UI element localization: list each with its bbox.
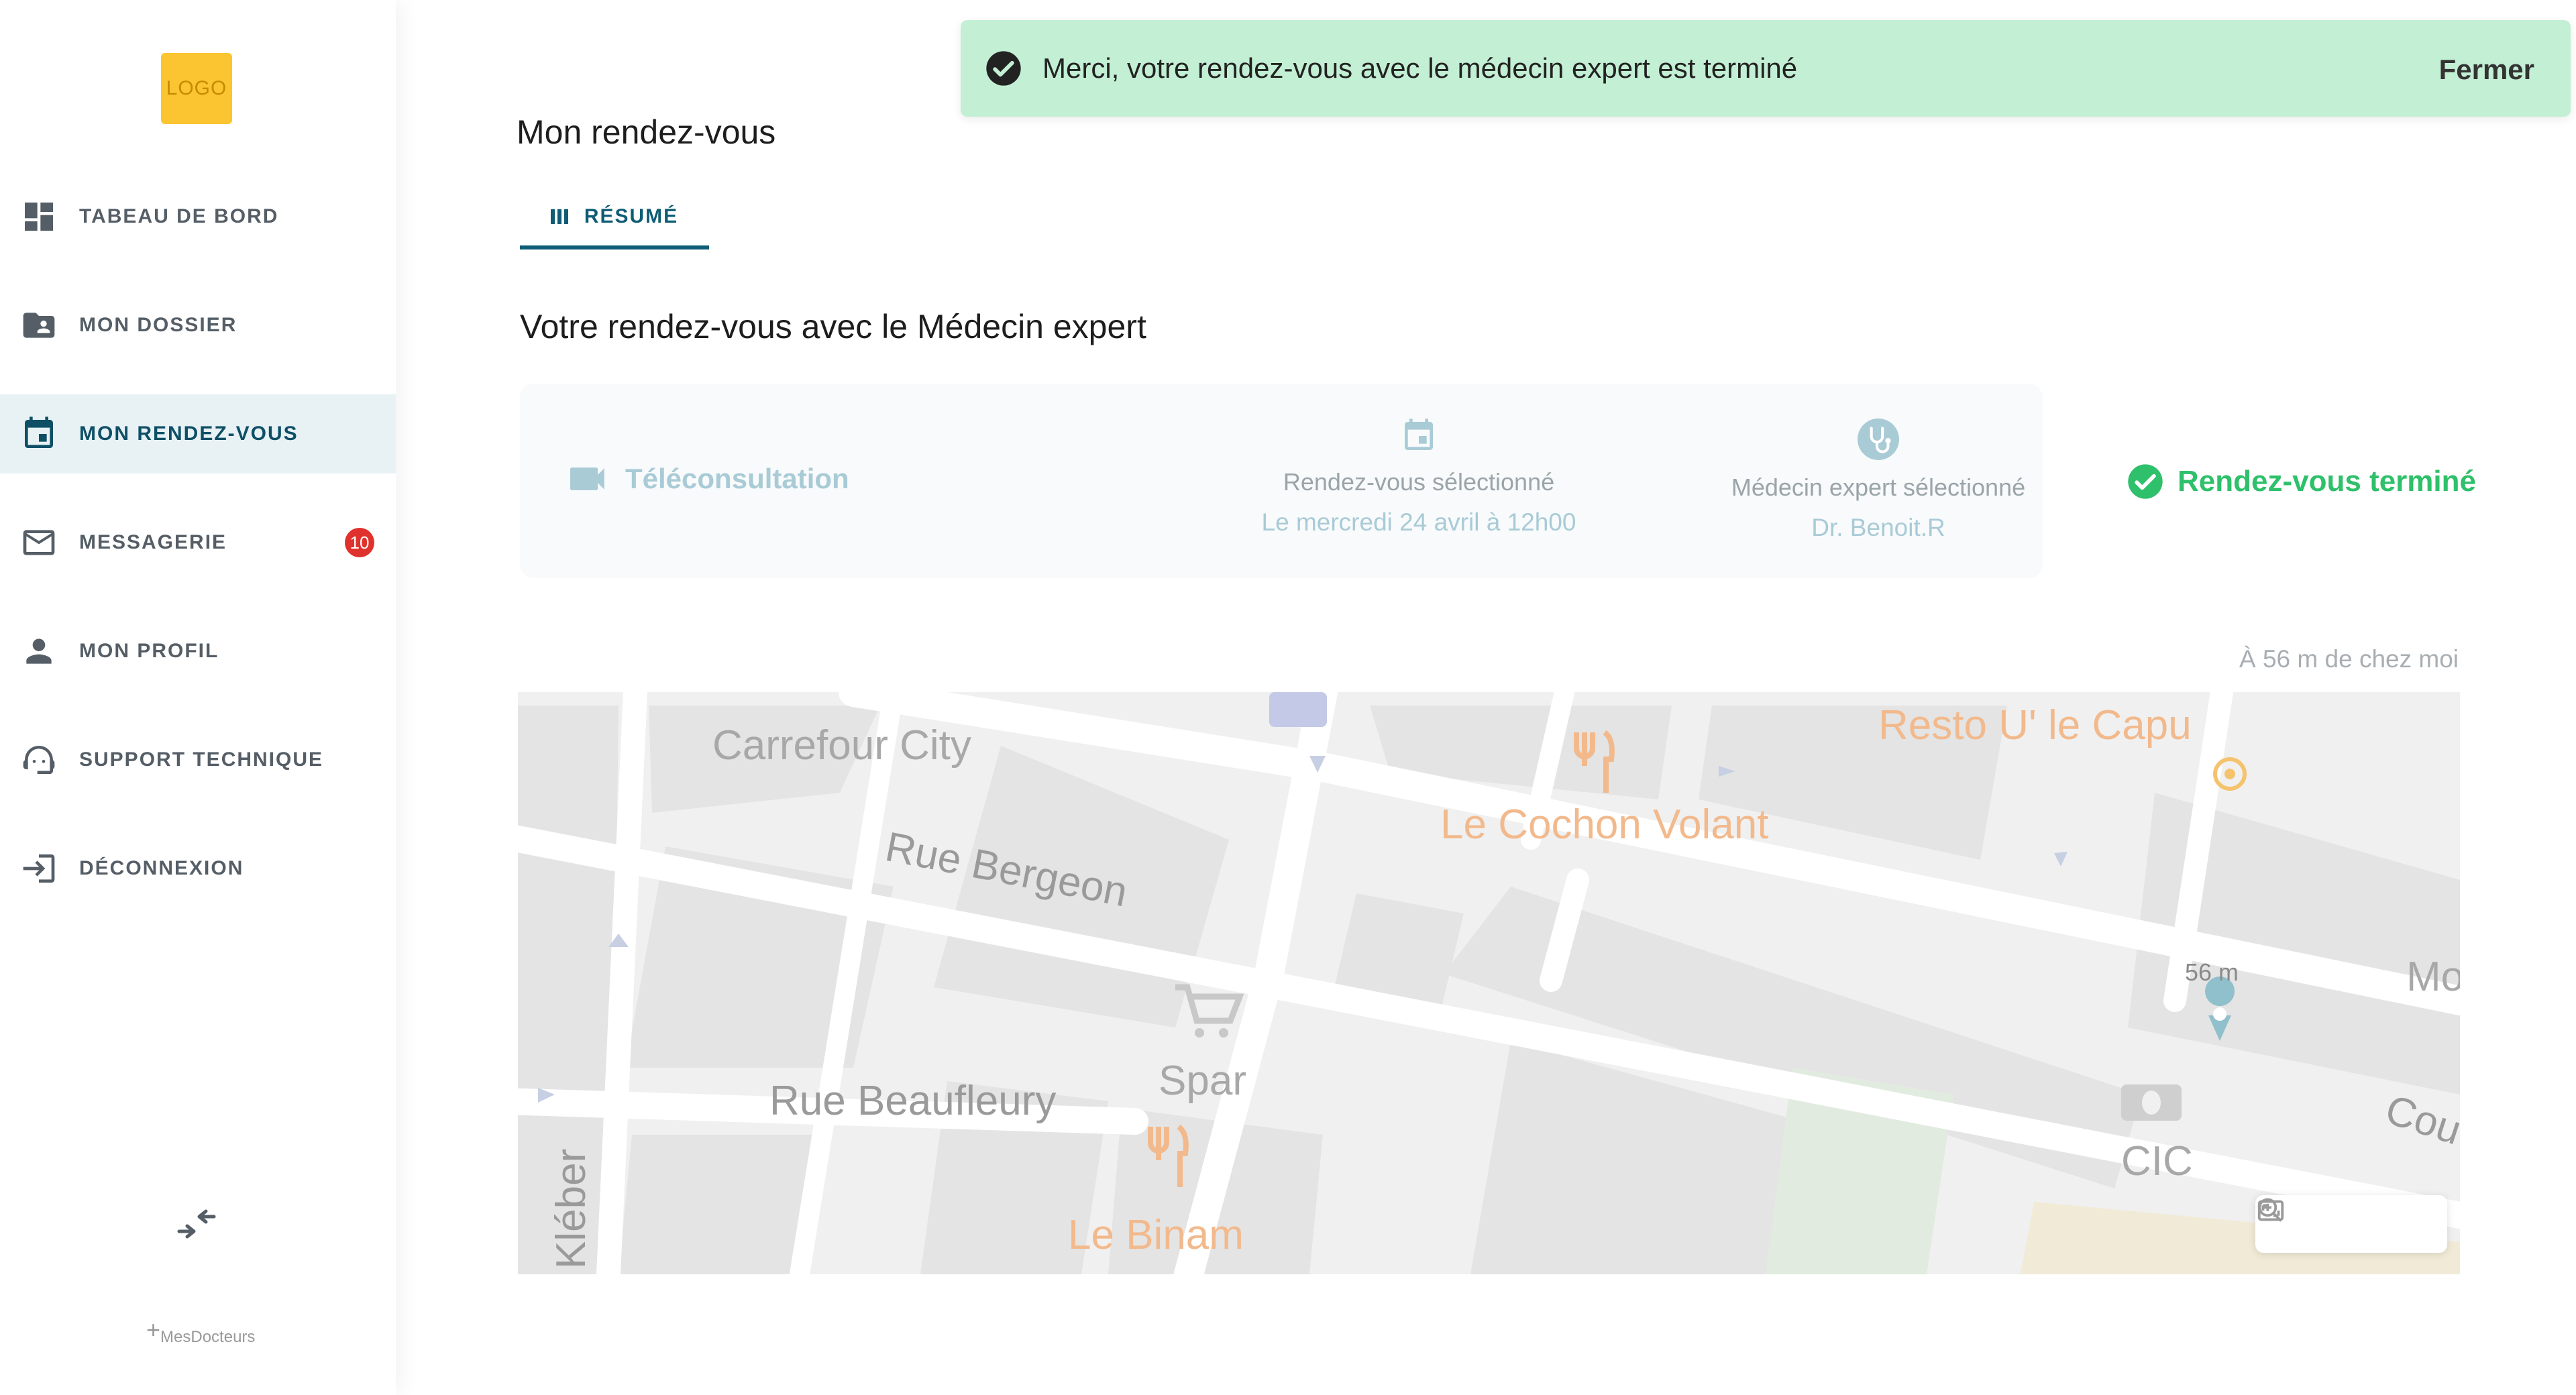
map-label: Mo xyxy=(2406,954,2460,1000)
videocam-icon xyxy=(570,467,604,490)
sidebar-item-label: SUPPORT TECHNIQUE xyxy=(79,748,324,771)
dashboard-icon xyxy=(19,197,59,237)
map-canvas: Carrefour City Rue Bergeon Spar Rue Beau… xyxy=(518,692,2460,1274)
sidebar: LOGO TABEAU DE BORD MON DOSSIER MON REND… xyxy=(0,0,396,1395)
success-toast: Merci, votre rendez-vous avec le médecin… xyxy=(961,20,2571,117)
sidebar-item-mon-dossier[interactable]: MON DOSSIER xyxy=(0,286,396,365)
toast-message: Merci, votre rendez-vous avec le médecin… xyxy=(1042,52,1798,84)
appointment-summary-card: Téléconsultation Rendez-vous sélectionné… xyxy=(520,384,2043,578)
zoom-out-icon[interactable] xyxy=(2258,1198,2434,1243)
sidebar-item-mon-rendez-vous[interactable]: MON RENDEZ-VOUS xyxy=(0,394,396,473)
map-label: Spar xyxy=(1159,1058,1246,1104)
collapse-sidebar-icon[interactable] xyxy=(176,1207,217,1241)
sidebar-item-label: MESSAGERIE xyxy=(79,531,227,553)
check-circle-icon xyxy=(986,51,1021,86)
section-title: Votre rendez-vous avec le Médecin expert xyxy=(520,308,1146,345)
sidebar-item-messagerie[interactable]: MESSAGERIE 10 xyxy=(0,503,396,582)
sidebar-item-label: MON DOSSIER xyxy=(79,314,237,336)
tab-label: RÉSUMÉ xyxy=(584,205,679,227)
sidebar-item-support-technique[interactable]: SUPPORT TECHNIQUE xyxy=(0,720,396,799)
columns-icon xyxy=(550,209,570,224)
sidebar-item-label: MON PROFIL xyxy=(79,640,219,662)
distance-text: À 56 m de chez moi xyxy=(2239,645,2459,673)
mail-icon xyxy=(19,522,59,563)
support-agent-icon xyxy=(19,740,59,780)
sidebar-item-label: MON RENDEZ-VOUS xyxy=(79,423,299,445)
map-label: CIC xyxy=(2121,1138,2193,1184)
folder-user-icon xyxy=(19,305,59,345)
map-label: Carrefour City xyxy=(712,722,971,769)
bike-station-icon xyxy=(1269,692,1327,727)
tab-resume[interactable]: RÉSUMÉ xyxy=(520,188,709,249)
sidebar-item-label: DÉCONNEXION xyxy=(79,857,244,879)
appointment-status: Rendez-vous terminé xyxy=(2127,463,2476,500)
map-controls xyxy=(2255,1195,2447,1253)
check-circle-icon xyxy=(2128,464,2163,499)
map[interactable]: Carrefour City Rue Bergeon Spar Rue Beau… xyxy=(518,692,2460,1274)
appointment-date-label: Rendez-vous sélectionné xyxy=(1283,468,1555,496)
map-label: Le Binam xyxy=(1068,1212,1244,1258)
calendar-icon xyxy=(1218,417,1620,455)
doctor-label: Médecin expert sélectionné xyxy=(1731,473,2026,501)
map-label: Resto U' le Capu xyxy=(1878,702,2192,748)
marker-distance-label: 56 m xyxy=(2185,958,2239,986)
sidebar-item-deconnexion[interactable]: DÉCONNEXION xyxy=(0,829,396,908)
unread-badge: 10 xyxy=(345,528,374,557)
consultation-type: Téléconsultation xyxy=(570,463,849,495)
page-title: Mon rendez-vous xyxy=(517,113,776,151)
close-toast-button[interactable]: Fermer xyxy=(2439,54,2534,86)
doctor-name: Dr. Benoit.R xyxy=(1811,514,1945,541)
sidebar-item-tableau-de-bord[interactable]: TABEAU DE BORD xyxy=(0,177,396,256)
brand-footer: +MesDocteurs xyxy=(146,1316,256,1346)
selected-doctor: Médecin expert sélectionné Dr. Benoit.R xyxy=(1677,418,2080,542)
person-icon xyxy=(19,631,59,671)
fullscreen-icon[interactable] xyxy=(2257,1200,2370,1243)
sidebar-item-mon-profil[interactable]: MON PROFIL xyxy=(0,612,396,691)
appointment-date-value: Le mercredi 24 avril à 12h00 xyxy=(1261,508,1576,536)
map-label: Kléber xyxy=(548,1149,594,1269)
map-label: Rue Beaufleury xyxy=(769,1078,1056,1124)
map-label: Le Cochon Volant xyxy=(1440,801,1769,848)
stethoscope-icon xyxy=(1677,418,2080,460)
logout-icon xyxy=(19,848,59,889)
selected-appointment: Rendez-vous sélectionné Le mercredi 24 a… xyxy=(1218,417,1620,537)
calendar-icon xyxy=(19,414,59,454)
logo[interactable]: LOGO xyxy=(161,53,232,124)
sidebar-item-label: TABEAU DE BORD xyxy=(79,205,279,227)
